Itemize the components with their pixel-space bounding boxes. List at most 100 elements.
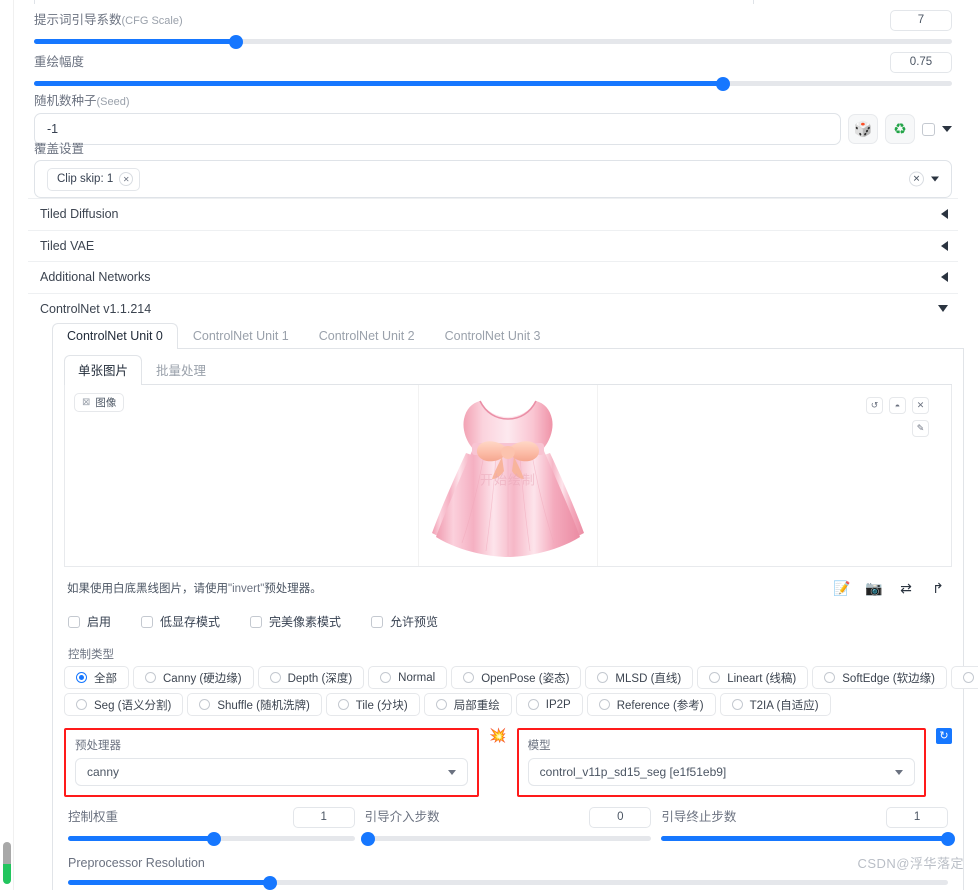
control-type-canny[interactable]: Canny (硬边缘) (133, 666, 254, 689)
camera-icon[interactable]: 📷 (863, 577, 885, 599)
denoising-strength-track[interactable] (34, 76, 952, 91)
chevron-left-icon[interactable] (941, 272, 948, 283)
page-scrollbar[interactable] (0, 0, 14, 890)
checkbox-allow-preview[interactable]: 允许预览 (371, 613, 438, 630)
clip-skip-token[interactable]: Clip skip: 1 ✕ (47, 167, 141, 191)
checkbox-box[interactable] (68, 615, 80, 628)
scrollbar-track[interactable] (3, 9, 11, 890)
radio-icon[interactable] (435, 699, 447, 710)
preprocessor-resolution-track[interactable] (68, 875, 948, 890)
extra-seed-checkbox[interactable] (922, 122, 935, 136)
recycle-icon[interactable]: ♻ (885, 114, 915, 144)
denoising-strength-knob[interactable] (715, 76, 730, 91)
chevron-left-icon[interactable] (941, 240, 948, 251)
control-type-scribble[interactable]: Scribble (涂鸦) (950, 666, 978, 689)
accordion-tiled-vae[interactable]: Tiled VAE (28, 229, 958, 262)
control-weight-track[interactable] (68, 831, 355, 846)
model-select[interactable]: control_v11p_sd15_seg [e1f51eb9] (527, 758, 915, 786)
radio-icon[interactable] (709, 672, 721, 683)
swap-icon[interactable]: ⇄ (895, 577, 917, 599)
checkbox-box[interactable] (141, 615, 154, 628)
accordion-controlnet[interactable]: ControlNet v1.1.214 (28, 292, 958, 325)
tab-single-image[interactable]: 单张图片 (64, 355, 143, 385)
image-source-chip[interactable]: ⊠ 图像 (74, 393, 125, 412)
control-type-ip2p[interactable]: IP2P (515, 693, 583, 716)
close-icon[interactable]: ✕ (912, 397, 929, 414)
radio-icon[interactable] (269, 672, 281, 683)
radio-icon[interactable] (962, 672, 974, 683)
control-type-softedge[interactable]: SoftEdge (软边缘) (812, 666, 947, 689)
undo-icon[interactable]: ↺ (866, 397, 883, 414)
preprocessor-select[interactable]: canny (75, 758, 469, 786)
control-type-all[interactable]: 全部 (64, 666, 129, 689)
chevron-down-icon[interactable] (931, 176, 939, 182)
control-weight-value[interactable]: 1 (292, 806, 355, 828)
radio-icon[interactable] (824, 672, 836, 683)
close-icon[interactable]: ✕ (119, 172, 134, 186)
override-settings-box[interactable]: Clip skip: 1 ✕ ✕ (34, 160, 952, 198)
control-type-normal[interactable]: Normal (368, 666, 448, 689)
send-to-icon[interactable]: ↱ (927, 577, 949, 599)
scrollbar-progress-indicator (3, 864, 11, 884)
tab-controlnet-unit-1[interactable]: ControlNet Unit 1 (178, 323, 304, 349)
cfg-scale-value[interactable]: 7 (890, 9, 952, 31)
chevron-left-icon[interactable] (941, 209, 948, 220)
denoising-strength-value[interactable]: 0.75 (890, 51, 952, 73)
checkbox-box[interactable] (250, 615, 263, 628)
control-type-lineart[interactable]: Lineart (线稿) (697, 666, 809, 689)
radio-icon[interactable] (145, 672, 156, 683)
clear-all-icon[interactable]: ✕ (909, 171, 924, 187)
control-type-openpose[interactable]: OpenPose (姿态) (451, 666, 582, 689)
guidance-end-knob[interactable] (941, 831, 956, 846)
tab-batch-process[interactable]: 批量处理 (142, 355, 220, 385)
radio-icon[interactable] (76, 672, 87, 683)
chevron-down-icon[interactable] (942, 126, 952, 132)
prompt-textarea-bottom-edge[interactable] (34, 0, 754, 4)
chevron-down-icon[interactable] (448, 769, 457, 775)
radio-icon[interactable] (337, 699, 349, 710)
control-type-mlsd[interactable]: MLSD (直线) (585, 666, 694, 689)
chevron-down-icon[interactable] (895, 769, 903, 775)
radio-icon[interactable] (731, 699, 743, 710)
checkbox-box[interactable] (371, 615, 384, 628)
dice-icon[interactable]: 🎲 (848, 114, 878, 144)
eraser-icon[interactable]: ◓ (889, 397, 906, 414)
guidance-end-value[interactable]: 1 (886, 806, 949, 828)
radio-icon[interactable] (527, 699, 539, 710)
radio-icon[interactable] (199, 699, 211, 710)
radio-icon[interactable] (380, 672, 392, 683)
control-type-seg[interactable]: Seg (语义分割) (64, 693, 184, 716)
edit-note-icon[interactable]: 📝 (831, 577, 853, 599)
control-type-tile[interactable]: Tile (分块) (325, 693, 420, 716)
controlnet-input-image[interactable] (418, 385, 598, 566)
checkbox-pixel-perfect[interactable]: 完美像素模式 (250, 613, 341, 630)
accordion-tiled-diffusion[interactable]: Tiled Diffusion (28, 198, 958, 230)
tab-controlnet-unit-3[interactable]: ControlNet Unit 3 (430, 323, 556, 349)
cfg-scale-track[interactable] (34, 34, 952, 49)
cfg-scale-knob[interactable] (228, 34, 243, 49)
tab-controlnet-unit-0[interactable]: ControlNet Unit 0 (52, 323, 178, 349)
control-weight-knob[interactable] (207, 831, 222, 846)
guidance-start-track[interactable] (360, 831, 652, 846)
radio-icon[interactable] (76, 699, 87, 710)
checkbox-enable[interactable]: 启用 (68, 613, 111, 630)
control-type-t2ia[interactable]: T2IA (自适应) (719, 693, 831, 716)
control-type-reference[interactable]: Reference (参考) (586, 693, 716, 716)
control-type-shuffle[interactable]: Shuffle (随机洗牌) (187, 693, 322, 716)
guidance-end-track[interactable] (661, 831, 956, 846)
refresh-icon[interactable]: ↻ (936, 728, 952, 744)
radio-icon[interactable] (597, 672, 609, 683)
guidance-start-value[interactable]: 0 (589, 806, 652, 828)
pen-icon[interactable]: ✎ (912, 420, 929, 437)
controlnet-image-area[interactable]: ⊠ 图像 ↺ ◓ ✕ ✎ 开始绘制 (64, 385, 952, 567)
tab-controlnet-unit-2[interactable]: ControlNet Unit 2 (304, 323, 430, 349)
radio-icon[interactable] (463, 672, 475, 683)
guidance-start-knob[interactable] (360, 831, 375, 846)
radio-icon[interactable] (598, 699, 610, 710)
checkbox-low-vram[interactable]: 低显存模式 (141, 613, 220, 630)
chevron-down-icon[interactable] (938, 305, 948, 313)
control-type-depth[interactable]: Depth (深度) (257, 666, 365, 689)
accordion-additional-networks[interactable]: Additional Networks (28, 261, 958, 293)
control-type-inpaint[interactable]: 局部重绘 (423, 693, 512, 716)
preprocessor-resolution-knob[interactable] (263, 875, 278, 890)
